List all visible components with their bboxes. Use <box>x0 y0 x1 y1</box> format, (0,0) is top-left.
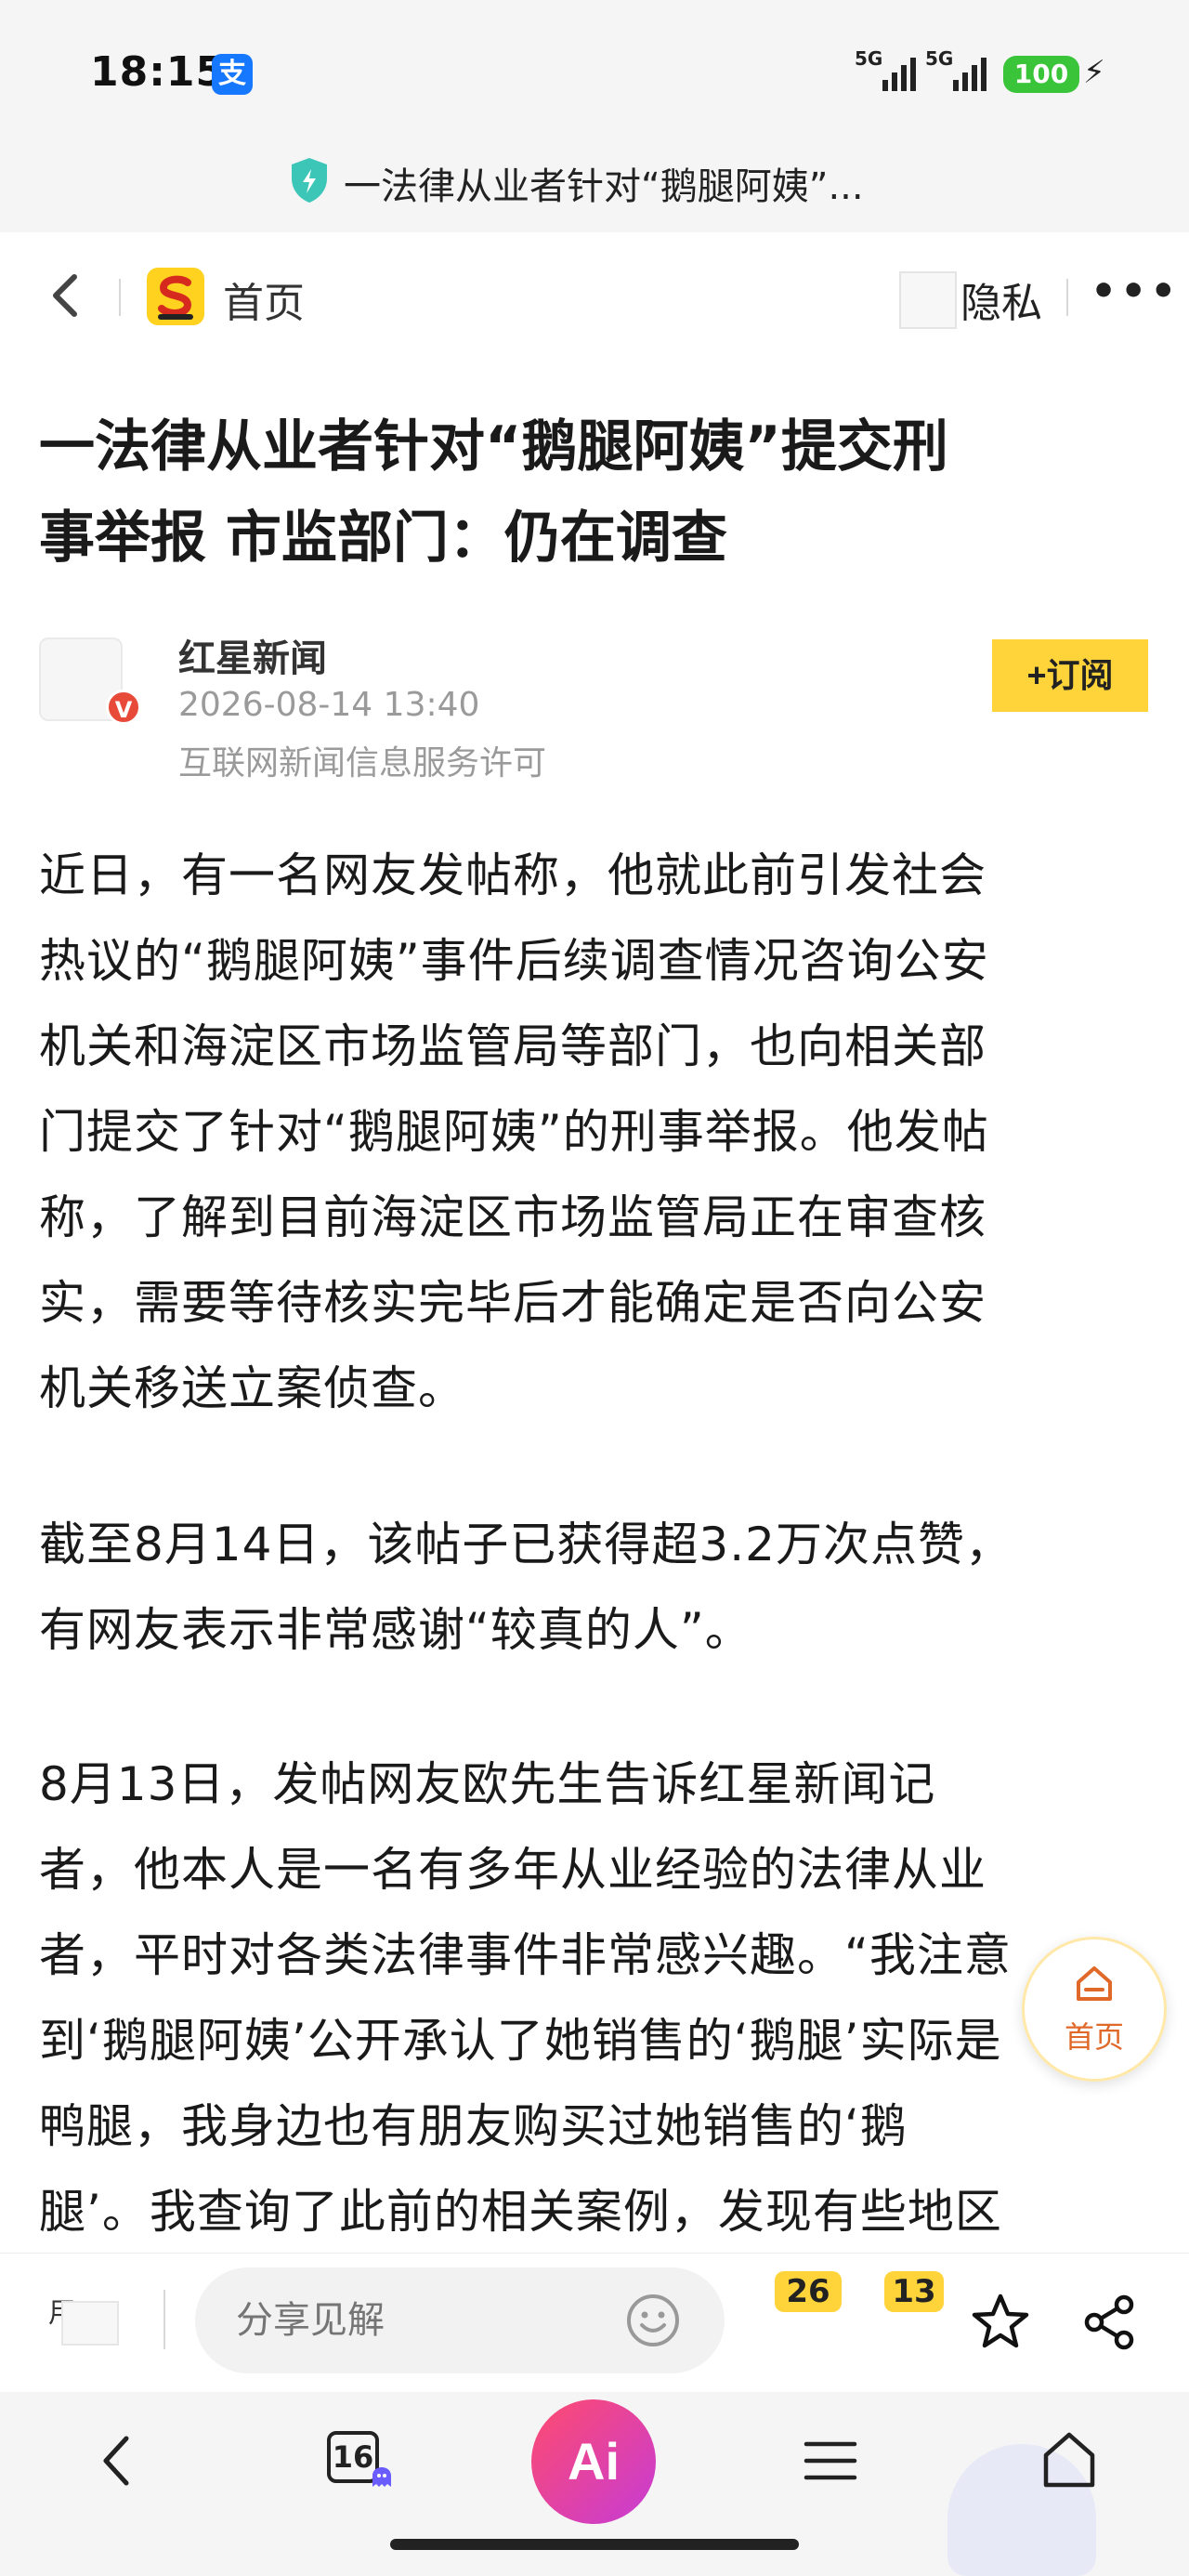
nav-divider <box>119 279 121 316</box>
nav-home-link[interactable]: 首页 <box>223 269 305 329</box>
status-time: 18:15 <box>90 48 226 96</box>
floating-home-button[interactable]: 首页 <box>1022 1937 1167 2082</box>
more-menu-button[interactable]: ••• <box>1091 268 1180 315</box>
paragraph-line: 有网友表示非常感谢“较真的人”。 <box>39 1603 752 1657</box>
signal-5g-icon: 5G <box>855 46 921 102</box>
paragraph-line: 热议的“鹅腿阿姨”事件后续调查情况咨询公安 <box>39 934 989 988</box>
back-icon[interactable] <box>46 269 84 325</box>
publish-date: 2026-08-14 13:40 <box>178 686 480 724</box>
browser-home-icon[interactable] <box>1037 2427 1102 2496</box>
headline-line-1: 一法律从业者针对“鹅腿阿姨”提交刑 <box>39 414 948 480</box>
paragraph-line: 机关和海淀区市场监管局等部门，也向相关部 <box>39 1019 986 1073</box>
comment-divider <box>163 2290 165 2349</box>
comment-count-badge[interactable]: 26 <box>775 2271 842 2312</box>
article-paragraph-1: 近日，有一名网友发帖称，他就此前引发社会 热议的“鹅腿阿姨”事件后续调查情况咨询… <box>39 833 1154 1431</box>
paragraph-line: 截至8月14日，该帖子已获得超3.2万次点赞， <box>39 1518 1013 1571</box>
home-icon <box>1077 1966 1112 2001</box>
paragraph-line: 鸭腿，我身边也有朋友购买过她销售的‘鹅 <box>39 2099 908 2153</box>
user-avatar-image[interactable] <box>61 2301 119 2346</box>
signal-label-1: 5G <box>855 47 882 70</box>
source-name[interactable]: 红星新闻 <box>178 628 327 682</box>
privacy-image-icon <box>899 271 957 329</box>
paragraph-line: 腿’。我查询了此前的相关案例，发现有些地区 <box>39 2185 1002 2239</box>
paragraph-line: 到‘鹅腿阿姨’公开承认了她销售的‘鹅腿’实际是 <box>39 2014 1002 2068</box>
paragraph-line: 称，了解到目前海淀区市场监管局正在审查核 <box>39 1190 986 1244</box>
battery-indicator: 100 <box>1003 56 1079 93</box>
menu-icon[interactable] <box>801 2435 860 2491</box>
license-text: 互联网新闻信息服务许可 <box>178 744 547 782</box>
alipay-notification-icon: 支 <box>212 54 253 95</box>
gesture-home-indicator[interactable] <box>390 2539 799 2550</box>
secure-shield-icon <box>288 156 331 208</box>
article-headline: 一法律从业者针对“鹅腿阿姨”提交刑 事举报 市监部门：仍在调查 <box>39 401 1154 584</box>
paragraph-line: 者，他本人是一名有多年从业经验的法律从业 <box>39 1843 986 1897</box>
privacy-link[interactable]: 隐私 <box>960 269 1042 329</box>
verified-badge-icon: V <box>106 690 141 725</box>
share-icon[interactable] <box>1079 2292 1141 2357</box>
ai-assistant-button[interactable]: Ai <box>531 2399 656 2524</box>
paragraph-line: 近日，有一名网友发帖称，他就此前引发社会 <box>39 848 986 902</box>
tabs-ghost-badge-icon <box>370 2466 394 2492</box>
emoji-icon[interactable] <box>624 2292 682 2353</box>
subscribe-button[interactable]: +订阅 <box>992 639 1148 712</box>
article-paragraph-2: 截至8月14日，该帖子已获得超3.2万次点赞， 有网友表示非常感谢“较真的人”。 <box>39 1502 1154 1673</box>
article-paragraph-3: 8月13日，发帖网友欧先生告诉红星新闻记 者，他本人是一名有多年从业经验的法律从… <box>39 1741 1154 2254</box>
signal-5g-icon-2: 5G <box>925 46 996 102</box>
like-count-badge[interactable]: 13 <box>884 2271 944 2312</box>
floating-home-label: 首页 <box>1064 2019 1124 2055</box>
paragraph-line: 者，平时对各类法律事件非常感兴趣。“我注意 <box>39 1928 1012 1982</box>
nav-divider-right <box>1066 279 1068 316</box>
paragraph-line: 8月13日，发帖网友欧先生告诉红星新闻记 <box>39 1757 936 1811</box>
headline-line-2: 事举报 市监部门：仍在调查 <box>39 506 727 571</box>
app-logo[interactable] <box>147 268 204 325</box>
star-favorite-icon[interactable] <box>970 2292 1031 2357</box>
signal-label-2: 5G <box>925 47 953 70</box>
paragraph-line: 实，需要等待核实完毕后才能确定是否向公安 <box>39 1276 986 1330</box>
browser-back-icon[interactable] <box>97 2431 137 2494</box>
page-url-title[interactable]: 一法律从业者针对“鹅腿阿姨”... <box>344 156 864 210</box>
paragraph-line: 机关移送立案侦查。 <box>39 1361 465 1415</box>
paragraph-line: 门提交了针对“鹅腿阿姨”的刑事举报。他发帖 <box>39 1105 989 1159</box>
charging-bolt-icon: ⚡ <box>1083 54 1105 91</box>
